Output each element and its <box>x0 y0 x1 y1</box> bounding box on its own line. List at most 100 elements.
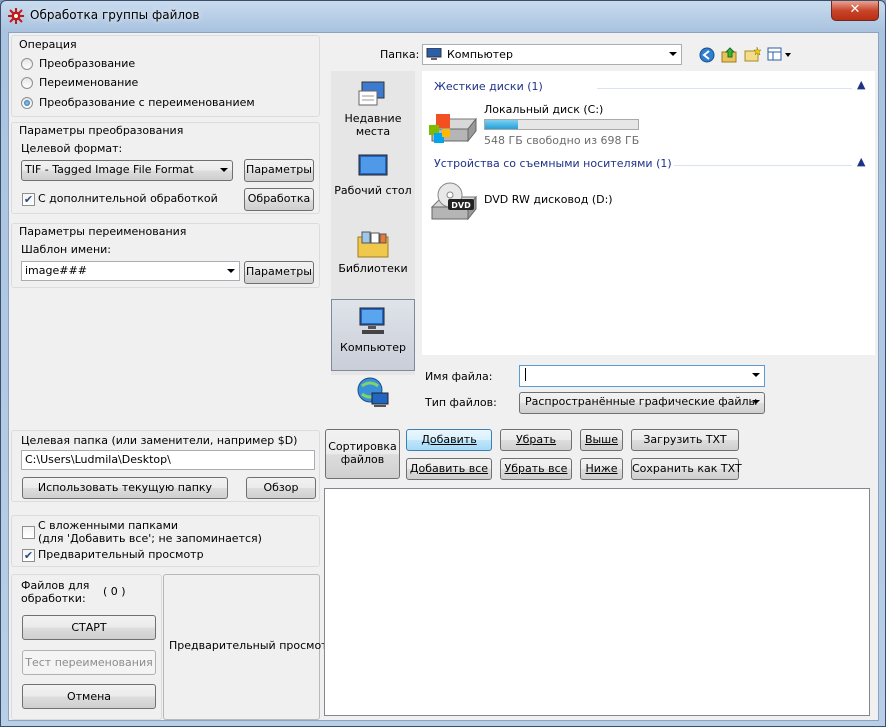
test-rename-button[interactable]: Тест переименования <box>22 650 156 675</box>
places-bar: Недавние места Рабочий стол Библиотеки К… <box>331 71 415 375</box>
nav-libraries-label: Библиотеки <box>338 262 408 275</box>
new-folder-icon[interactable] <box>744 46 762 63</box>
processing-button[interactable]: Обработка <box>244 188 314 211</box>
folder-select[interactable]: Компьютер <box>422 44 682 65</box>
radio-convert[interactable] <box>21 58 33 70</box>
add-all-button[interactable]: Добавить все <box>406 458 492 480</box>
radio-convert-rename[interactable] <box>21 97 33 109</box>
target-format-select[interactable]: TIF - Tagged Image File Format <box>21 160 233 181</box>
dvd-badge: DVD <box>451 201 471 210</box>
hard-drive-icon[interactable] <box>428 111 478 147</box>
chevron-down-icon <box>752 373 760 377</box>
dvd-drive-icon[interactable]: DVD <box>428 181 478 223</box>
load-txt-button[interactable]: Загрузить TXT <box>631 429 739 451</box>
app-icon <box>8 8 24 24</box>
desktop-icon <box>358 154 388 176</box>
collapse-icon[interactable]: ▲ <box>857 78 865 91</box>
subfolders-note: (для 'Добавить все'; не запоминается) <box>38 532 262 545</box>
preview-box-label: Предварительный просмотр <box>169 639 335 652</box>
folder-value: Компьютер <box>447 48 513 61</box>
actions-group: Файлов для обработки: ( 0 ) СТАРТ Тест п… <box>11 574 162 720</box>
rename-params-button[interactable]: Параметры <box>244 261 314 284</box>
drive-d-name[interactable]: DVD RW дисковод (D:) <box>484 193 613 206</box>
section-divider <box>674 165 852 166</box>
close-button[interactable]: ✕ <box>831 1 879 21</box>
down-button[interactable]: Ниже <box>580 458 623 480</box>
chevron-down-icon <box>220 168 228 172</box>
convert-params-title: Параметры преобразования <box>19 124 184 137</box>
extra-processing-label[interactable]: С дополнительной обработкой <box>38 192 218 205</box>
section-removable[interactable]: Устройства со съемными носителями (1) <box>434 157 672 170</box>
up-folder-icon[interactable] <box>721 46 738 63</box>
radio-rename[interactable] <box>21 77 33 89</box>
convert-params-button[interactable]: Параметры <box>244 159 314 182</box>
remove-button[interactable]: Убрать <box>500 429 572 451</box>
target-format-value: TIF - Tagged Image File Format <box>25 163 194 176</box>
nav-computer[interactable]: Компьютер <box>331 299 415 371</box>
up-button[interactable]: Выше <box>580 429 623 451</box>
nav-recent-label-1: Недавние <box>344 112 402 125</box>
files-count-label: Файлов для обработки: <box>21 579 90 605</box>
back-icon[interactable] <box>699 47 715 63</box>
drive-c-free: 548 ГБ свободно из 698 ГБ <box>484 134 640 147</box>
target-format-label: Целевой формат: <box>21 142 123 155</box>
target-folder-label: Целевая папка (или заменители, например … <box>21 434 298 447</box>
drive-c-usage-bar <box>484 119 639 130</box>
drive-c-usage-fill <box>485 120 518 129</box>
filetype-value: Распространённые графические файлы <box>525 395 758 408</box>
file-list[interactable] <box>324 488 870 716</box>
operation-group-title: Операция <box>19 38 77 51</box>
recent-places-icon <box>358 81 385 106</box>
nav-computer-label: Компьютер <box>340 341 406 354</box>
drive-c-name[interactable]: Локальный диск (C:) <box>484 103 603 116</box>
nav-libraries[interactable]: Библиотеки <box>331 227 415 283</box>
section-hard-drives[interactable]: Жесткие диски (1) <box>434 80 543 93</box>
cancel-button[interactable]: Отмена <box>22 684 156 709</box>
view-menu-icon[interactable] <box>767 47 793 62</box>
browse-button[interactable]: Обзор <box>246 477 316 499</box>
name-template-value: image### <box>25 264 87 277</box>
radio-convert-rename-label[interactable]: Преобразование с переименованием <box>39 96 255 109</box>
filetype-select[interactable]: Распространённые графические файлы <box>519 392 765 414</box>
sort-files-button[interactable]: Сортировка файлов <box>325 429 400 479</box>
name-template-combo[interactable]: image### <box>21 261 240 281</box>
options-group: С вложенными папками (для 'Добавить все'… <box>11 515 320 567</box>
add-button[interactable]: Добавить <box>406 429 492 451</box>
subfolders-checkbox[interactable] <box>22 526 35 539</box>
filename-combo[interactable] <box>519 365 765 387</box>
chevron-down-icon <box>669 52 677 56</box>
subfolders-label[interactable]: С вложенными папками <box>38 519 178 532</box>
preview-checkbox[interactable]: ✔ <box>22 549 35 562</box>
extra-processing-checkbox[interactable]: ✔ <box>22 193 35 206</box>
filetype-label: Тип файлов: <box>425 396 497 409</box>
window-title: Обработка группы файлов <box>30 8 200 22</box>
client-area: Операция Преобразование Переименование П… <box>8 32 879 721</box>
files-count-value: ( 0 ) <box>103 585 126 598</box>
nav-desktop[interactable]: Рабочий стол <box>331 151 415 207</box>
start-button[interactable]: СТАРТ <box>22 615 156 640</box>
folder-label: Папка: <box>380 48 420 61</box>
chevron-down-icon <box>227 269 235 273</box>
rename-params-group: Параметры переименования Шаблон имени: i… <box>11 223 320 288</box>
target-folder-group: Целевая папка (или заменители, например … <box>11 430 320 502</box>
chevron-down-icon <box>752 400 760 404</box>
name-template-label: Шаблон имени: <box>21 243 111 256</box>
target-folder-input[interactable]: C:\Users\Ludmila\Desktop\ <box>21 450 315 470</box>
rename-params-title: Параметры переименования <box>19 225 187 238</box>
file-view[interactable]: Жесткие диски (1) ▲ Локальный диск (C:) … <box>422 71 875 355</box>
filename-value <box>525 368 526 381</box>
title-bar[interactable]: Обработка группы файлов ✕ <box>1 1 885 31</box>
nav-desktop-label: Рабочий стол <box>334 184 412 197</box>
collapse-icon[interactable]: ▲ <box>857 155 865 168</box>
nav-recent-label-2: места <box>355 125 391 138</box>
radio-rename-label[interactable]: Переименование <box>39 76 138 89</box>
computer-small-icon <box>426 48 442 60</box>
use-current-folder-button[interactable]: Использовать текущую папку <box>22 477 228 499</box>
radio-convert-label[interactable]: Преобразование <box>39 57 135 70</box>
remove-all-button[interactable]: Убрать все <box>500 458 572 480</box>
network-icon[interactable] <box>356 376 390 408</box>
save-txt-button[interactable]: Сохранить как TXT <box>631 458 742 480</box>
close-icon: ✕ <box>849 2 861 17</box>
nav-recent[interactable]: Недавние места <box>331 77 415 143</box>
preview-label[interactable]: Предварительный просмотр <box>38 548 204 561</box>
